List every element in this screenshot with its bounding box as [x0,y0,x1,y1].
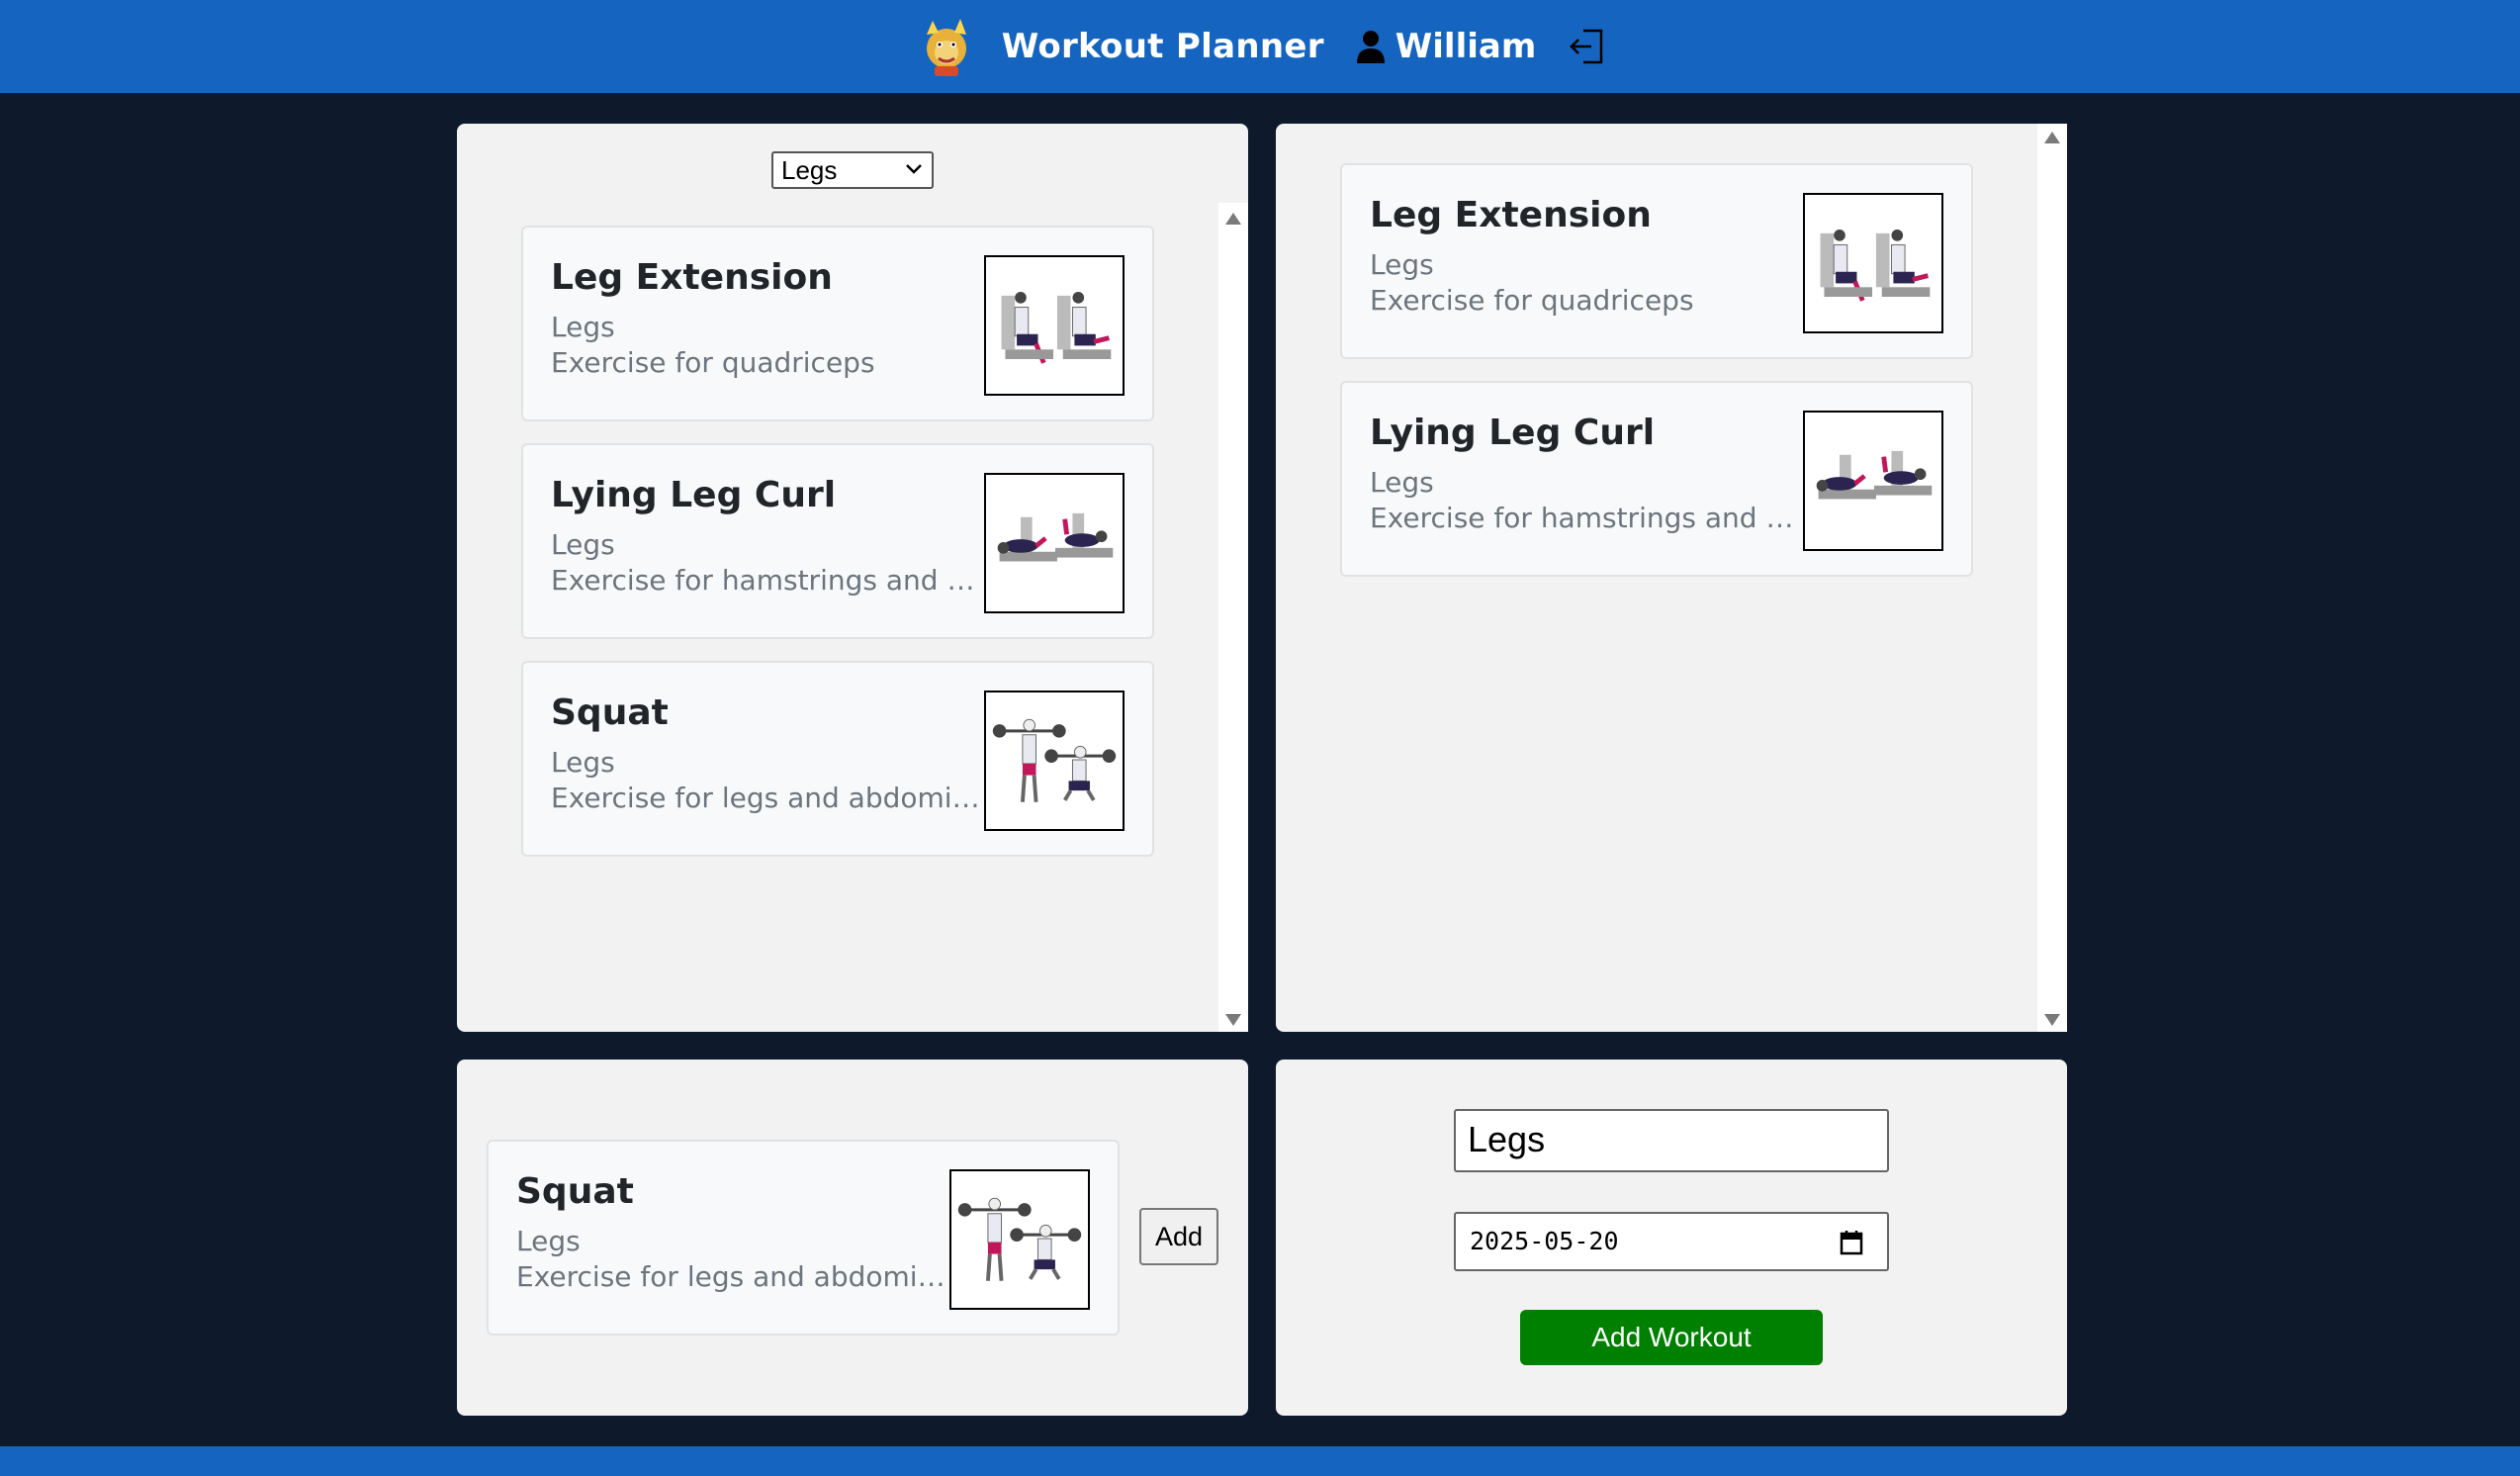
workout-name-input[interactable]: Legs [1454,1109,1889,1172]
workout-date-value: 2025-05-20 [1470,1227,1619,1255]
category-select-value: Legs [781,155,838,185]
lying-leg-curl-illustration [1816,450,1933,500]
exercise-name: Leg Extension [1370,195,1652,235]
exercise-category: Legs [551,528,615,561]
exercise-image [949,1169,1090,1310]
exercise-image [984,255,1125,396]
logo-icon [926,19,966,76]
workout-date-input[interactable]: 2025-05-20 [1454,1212,1889,1271]
exercise-card[interactable]: Leg Extension Legs Exercise for quadrice… [521,226,1154,421]
exercise-name: Lying Leg Curl [551,475,837,515]
exercise-list-scrollbar[interactable] [1218,203,1248,1032]
workout-form-panel: Legs 2025-05-20 Add Workout [1276,1060,2067,1416]
logout-icon[interactable] [1568,27,1607,66]
exercise-description: Exercise for legs and abdomin... [551,782,986,814]
add-exercise-button[interactable]: Add [1139,1208,1218,1265]
exercise-description: Exercise for quadriceps [551,346,875,379]
squat-illustration [992,718,1117,802]
exercise-category: Legs [1370,248,1434,281]
chevron-down-icon [906,164,922,174]
exercise-name: Leg Extension [551,257,833,298]
calendar-icon[interactable] [1840,1230,1863,1255]
category-select[interactable]: Legs [771,151,934,189]
exercise-description: Exercise for hamstrings and c... [551,564,986,597]
selected-exercise-card: Squat Legs Exercise for legs and abdomin… [487,1140,1120,1336]
exercise-name: Squat [551,692,669,733]
exercise-category: Legs [1370,466,1434,499]
exercise-name: Squat [516,1171,634,1212]
scroll-down-icon[interactable] [1225,1014,1241,1026]
exercise-image [984,691,1125,831]
scroll-up-icon[interactable] [1225,213,1241,225]
workout-plan-panel: Leg Extension Legs Exercise for quadrice… [1276,124,2067,1032]
app-title: Workout Planner [1001,27,1324,66]
exercise-description: Exercise for hamstrings and c... [1370,502,1805,534]
workout-plan-scrollbar[interactable] [2037,124,2067,1032]
exercise-description: Exercise for quadriceps [1370,284,1694,317]
exercise-image [1803,193,1943,333]
top-navbar: Workout Planner William [0,0,2520,93]
exercise-description: Exercise for legs and abdomin... [516,1260,951,1293]
plan-exercise-card[interactable]: Leg Extension Legs Exercise for quadrice… [1340,163,1973,359]
exercise-card[interactable]: Lying Leg Curl Legs Exercise for hamstri… [521,443,1154,639]
plan-exercise-card[interactable]: Lying Leg Curl Legs Exercise for hamstri… [1340,381,1973,577]
add-workout-button[interactable]: Add Workout [1520,1310,1823,1365]
exercise-list-panel: Legs Leg Extension Legs Exercise for qua… [457,124,1248,1032]
exercise-category: Legs [516,1225,581,1257]
exercise-card[interactable]: Squat Legs Exercise for legs and abdomin… [521,661,1154,857]
exercise-image [1803,411,1943,551]
user-profile[interactable]: William [1356,27,1537,66]
lying-leg-curl-illustration [997,512,1114,562]
user-icon [1356,31,1385,63]
brand[interactable]: Workout Planner [913,13,1324,80]
scroll-down-icon[interactable] [2044,1014,2060,1026]
squat-illustration [957,1197,1082,1281]
exercise-category: Legs [551,311,615,343]
leg-extension-illustration [1820,229,1931,302]
exercise-image [984,473,1125,613]
bottom-bar [0,1446,2520,1476]
scroll-up-icon[interactable] [2044,132,2060,143]
username: William [1395,27,1537,66]
selected-exercise-panel: Squat Legs Exercise for legs and abdomin… [457,1060,1248,1416]
exercise-name: Lying Leg Curl [1370,413,1656,453]
exercise-category: Legs [551,746,615,779]
leg-extension-illustration [1001,291,1112,364]
